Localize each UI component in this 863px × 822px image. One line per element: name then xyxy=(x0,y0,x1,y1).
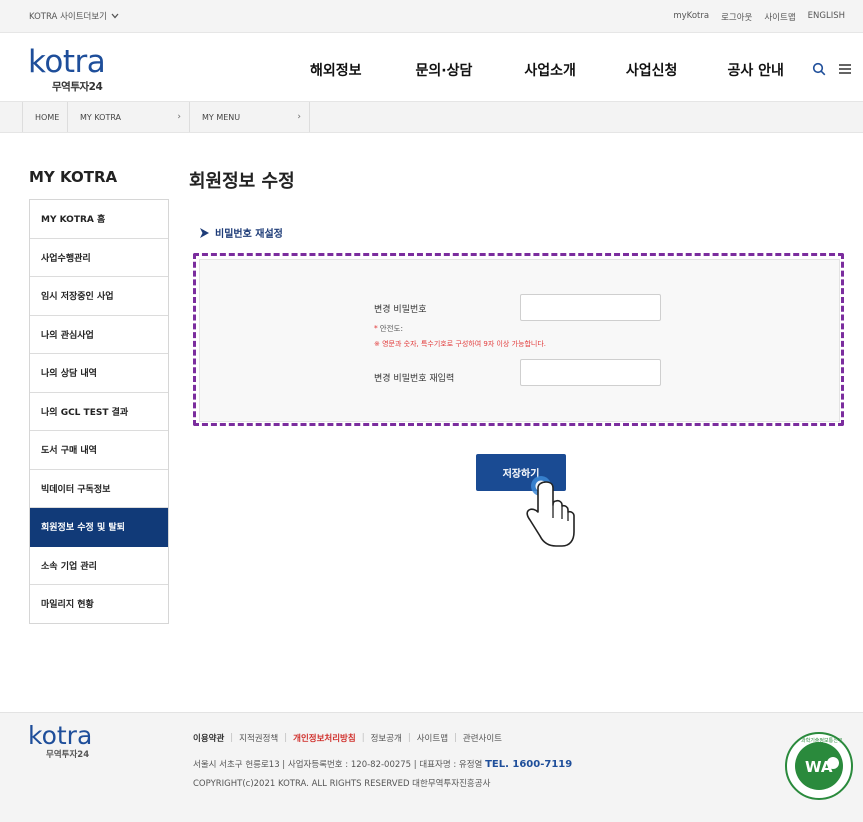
gnb-item-inquiry[interactable]: 문의·상담 xyxy=(416,60,473,80)
sidebar-item-label: 회원정보 수정 및 탈퇴 xyxy=(41,523,125,534)
footer-logo-wordmark: kotra xyxy=(28,721,93,750)
footer-link-privacy[interactable]: 개인정보처리방침 xyxy=(293,732,356,744)
menu-icon[interactable] xyxy=(838,62,852,76)
wa-badge-icon: WA 과학기술정보통신부 xyxy=(785,732,853,800)
new-password-label: 변경 비밀번호 xyxy=(374,305,427,315)
triangle-right-icon xyxy=(200,227,209,238)
sidebar-item-label: 나의 상담 내역 xyxy=(41,369,97,380)
footer: kotra 무역투자24 이용약관 | 지적권정책 | 개인정보처리방침 | 정보공개… xyxy=(0,712,863,822)
kotra-logo[interactable]: kotra 무역투자24 xyxy=(28,44,128,94)
global-nav: 해외정보 문의·상담 사업소개 사업신청 공사 안내 xyxy=(310,60,784,80)
gnb-item-business-intro[interactable]: 사업소개 xyxy=(524,60,576,80)
breadcrumb-mykotra[interactable]: MY KOTRA › xyxy=(68,102,190,132)
sidebar-item-company-management[interactable]: 소속 기업 관리 xyxy=(30,546,168,585)
footer-logo[interactable]: kotra 무역투자24 xyxy=(28,721,93,760)
gnb-item-overseas-info[interactable]: 해외정보 xyxy=(310,60,362,80)
sidebar-item-label: MY KOTRA 홈 xyxy=(41,215,106,226)
util-link-mykotra[interactable]: myKotra xyxy=(673,11,709,23)
section-title: 비밀번호 재설정 xyxy=(215,229,283,240)
search-icon[interactable] xyxy=(812,62,826,76)
breadcrumb: HOME MY KOTRA › MY MENU › xyxy=(0,101,863,133)
util-link-english[interactable]: ENGLISH xyxy=(808,11,845,23)
utility-links: myKotra 로그아웃 사이트맵 ENGLISH xyxy=(673,11,845,23)
page-title: 회원정보 수정 xyxy=(189,171,295,192)
gnb-item-about[interactable]: 공사 안내 xyxy=(727,60,783,80)
util-link-logout[interactable]: 로그아웃 xyxy=(721,11,752,23)
sidebar-item-label: 나의 GCL TEST 결과 xyxy=(41,407,129,418)
util-link-sitemap[interactable]: 사이트맵 xyxy=(764,11,795,23)
sidebar-item-gcl-test[interactable]: 나의 GCL TEST 결과 xyxy=(30,392,168,431)
sidebar-item-label: 임시 저장중인 사업 xyxy=(41,292,114,303)
sidebar-item-mileage[interactable]: 마일리지 현황 xyxy=(30,585,168,624)
sidebar-item-label: 사업수행관리 xyxy=(41,253,91,264)
sidebar-item-mykotra-home[interactable]: MY KOTRA 홈 xyxy=(30,200,168,239)
site-select-label: KOTRA 사이트더보기 xyxy=(29,12,107,22)
logo-wordmark: kotra xyxy=(28,44,106,80)
confirm-password-label: 변경 비밀번호 재입력 xyxy=(374,374,455,384)
password-hint: ※ 영문과 숫자, 특수기호로 구성하여 9자 이상 가능합니다. xyxy=(374,340,547,348)
main-header: kotra 무역투자24 해외정보 문의·상담 사업소개 사업신청 공사 안내 xyxy=(0,34,863,100)
sidebar-item-label: 나의 관심사업 xyxy=(41,330,94,341)
breadcrumb-home[interactable]: HOME xyxy=(22,102,68,132)
wa-badge-caption: 과학기술정보통신부 xyxy=(801,737,843,744)
site-select-dropdown[interactable]: KOTRA 사이트더보기 xyxy=(29,10,119,22)
footer-address-text: 서울시 서초구 헌릉로13 | 사업자등록번호 : 120-82-00275 |… xyxy=(193,760,483,770)
footer-link-disclosure[interactable]: 정보공개 xyxy=(371,732,402,744)
sidebar-nav: MY KOTRA 홈 사업수행관리 임시 저장중인 사업 나의 관심사업 나의 … xyxy=(29,199,169,624)
sidebar-item-book-purchases[interactable]: 도서 구매 내역 xyxy=(30,431,168,470)
chevron-down-icon xyxy=(111,13,119,19)
gnb-item-business-apply[interactable]: 사업신청 xyxy=(626,60,678,80)
sidebar-item-label: 도서 구매 내역 xyxy=(41,446,97,457)
breadcrumb-mymenu[interactable]: MY MENU › xyxy=(190,102,310,132)
sidebar-title: MY KOTRA xyxy=(29,168,118,186)
chevron-right-icon: › xyxy=(297,112,301,122)
header-icons xyxy=(812,62,852,76)
logo-subtitle: 무역투자24 xyxy=(52,81,103,93)
footer-copyright: COPYRIGHT(c)2021 KOTRA. ALL RIGHTS RESER… xyxy=(193,779,491,789)
footer-link-terms[interactable]: 이용약관 xyxy=(193,732,224,744)
breadcrumb-mykotra-label: MY KOTRA xyxy=(80,112,122,122)
top-utility-bar: KOTRA 사이트더보기 myKotra 로그아웃 사이트맵 ENGLISH xyxy=(0,0,863,33)
sidebar-item-label: 빅데이터 구독정보 xyxy=(41,484,111,495)
footer-tel: TEL. 1600-7119 xyxy=(485,759,573,770)
footer-address: 서울시 서초구 헌릉로13 | 사업자등록번호 : 120-82-00275 |… xyxy=(193,758,572,770)
sidebar-item-label: 소속 기업 관리 xyxy=(41,561,97,572)
sidebar-item-project-management[interactable]: 사업수행관리 xyxy=(30,238,168,277)
hand-pointer-icon xyxy=(526,476,575,547)
footer-links: 이용약관 | 지적권정책 | 개인정보처리방침 | 정보공개 | 사이트맵 | 관련사이트 xyxy=(193,732,502,744)
footer-link-sitemap[interactable]: 사이트맵 xyxy=(417,732,448,744)
chevron-right-icon: › xyxy=(177,112,181,122)
breadcrumb-mymenu-label: MY MENU xyxy=(202,112,241,122)
sidebar-item-interests[interactable]: 나의 관심사업 xyxy=(30,315,168,354)
breadcrumb-home-label: HOME xyxy=(35,112,60,122)
footer-link-ip-policy[interactable]: 지적권정책 xyxy=(239,732,278,744)
footer-logo-subtitle: 무역투자24 xyxy=(46,750,90,760)
new-password-input[interactable] xyxy=(520,294,661,321)
strength-label: 안전도: xyxy=(379,324,403,333)
sidebar-item-bigdata[interactable]: 빅데이터 구독정보 xyxy=(30,469,168,508)
password-strength: * 안전도: xyxy=(374,324,403,333)
footer-link-related[interactable]: 관련사이트 xyxy=(463,732,502,744)
section-header: 비밀번호 재설정 xyxy=(200,225,283,240)
sidebar-item-consultations[interactable]: 나의 상담 내역 xyxy=(30,354,168,393)
sidebar-item-label: 마일리지 현황 xyxy=(41,600,94,611)
confirm-password-input[interactable] xyxy=(520,359,661,386)
sidebar-item-temp-saved[interactable]: 임시 저장중인 사업 xyxy=(30,277,168,316)
sidebar-item-edit-member[interactable]: 회원정보 수정 및 탈퇴 xyxy=(30,508,168,547)
